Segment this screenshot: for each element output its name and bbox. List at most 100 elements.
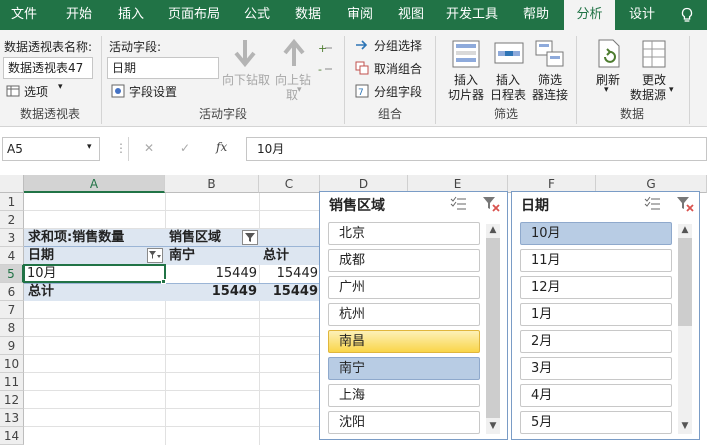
change-data-source-button-line2: 数据源 xyxy=(630,88,667,102)
row-header[interactable]: 13 xyxy=(0,409,24,427)
svg-text:7: 7 xyxy=(358,88,364,98)
insert-function-button[interactable]: fx xyxy=(216,140,227,154)
column-header-a[interactable]: A xyxy=(24,175,165,193)
tab-help[interactable]: 帮助 xyxy=(512,0,560,30)
column-header-c[interactable]: C xyxy=(259,175,320,193)
slicer-item-nanchang[interactable]: 南昌 xyxy=(328,330,480,353)
slicer-item-nov[interactable]: 11月 xyxy=(520,249,672,272)
chevron-down-icon[interactable]: ▾ xyxy=(58,82,63,92)
row-header[interactable]: 3 xyxy=(0,229,24,247)
tab-insert[interactable]: 插入 xyxy=(110,0,152,30)
tab-formulas[interactable]: 公式 xyxy=(236,0,278,30)
scroll-down-icon[interactable]: ▼ xyxy=(678,420,692,432)
pivot-grand-total[interactable]: 15449 xyxy=(259,283,320,301)
slicer-item-shanghai[interactable]: 上海 xyxy=(328,384,480,407)
multi-select-icon[interactable] xyxy=(450,195,468,213)
tab-view[interactable]: 视图 xyxy=(390,0,432,30)
pivot-name-field[interactable]: 数据透视表47 xyxy=(3,57,93,79)
tab-home[interactable]: 开始 xyxy=(48,0,110,30)
scroll-down-icon[interactable]: ▼ xyxy=(486,420,500,432)
slicer-scroll-thumb[interactable] xyxy=(486,238,500,418)
timeline-icon xyxy=(494,42,524,64)
pivot-column-field[interactable]: 销售区域 xyxy=(167,229,223,247)
clear-filter-icon[interactable] xyxy=(676,195,694,213)
slicer-item-feb[interactable]: 2月 xyxy=(520,330,672,353)
slicer-item-dec[interactable]: 12月 xyxy=(520,276,672,299)
tab-design[interactable]: 设计 xyxy=(618,0,666,30)
select-all-button[interactable] xyxy=(0,175,24,193)
name-box[interactable]: A5 xyxy=(2,137,100,161)
filter-icon[interactable] xyxy=(147,248,163,263)
pivot-row-item[interactable]: 10月 xyxy=(25,265,59,283)
row-header[interactable]: 1 xyxy=(0,193,24,211)
row-header[interactable]: 7 xyxy=(0,301,24,319)
more-icon: ⋮ xyxy=(115,141,127,155)
row-header[interactable]: 4 xyxy=(0,247,24,265)
slicer-item-may[interactable]: 5月 xyxy=(520,411,672,434)
slicer-item-shenyang[interactable]: 沈阳 xyxy=(328,411,480,434)
expand-collapse-icon[interactable]: + - xyxy=(318,42,332,84)
multi-select-icon[interactable] xyxy=(644,195,662,213)
ungroup-button[interactable]: 取消组合 xyxy=(374,60,422,77)
slicer-item-mar[interactable]: 3月 xyxy=(520,357,672,380)
pivot-grand-value[interactable]: 15449 xyxy=(165,283,259,301)
pivot-row-total[interactable]: 15449 xyxy=(259,265,320,283)
row-header-selected[interactable]: 5 xyxy=(0,265,24,283)
chevron-down-icon[interactable]: ▾ xyxy=(604,85,609,95)
slicer-scroll-thumb[interactable] xyxy=(678,238,692,326)
column-header-b[interactable]: B xyxy=(165,175,259,193)
slicer-item-beijing[interactable]: 北京 xyxy=(328,222,480,245)
tab-file[interactable]: 文件 xyxy=(0,0,48,30)
insert-timeline-button-line2: 日程表 xyxy=(490,88,527,102)
slicer-item-apr[interactable]: 4月 xyxy=(520,384,672,407)
chevron-down-icon[interactable]: ▾ xyxy=(87,142,92,152)
lightbulb-icon[interactable] xyxy=(679,7,695,23)
row-header[interactable]: 14 xyxy=(0,427,24,445)
slicer-icon xyxy=(452,40,480,68)
row-header[interactable]: 2 xyxy=(0,211,24,229)
chevron-down-icon[interactable]: ▾ xyxy=(669,85,674,95)
pivot-row-field[interactable]: 日期 xyxy=(26,247,56,265)
field-settings-button[interactable]: 字段设置 xyxy=(129,83,177,100)
row-header[interactable]: 6 xyxy=(0,283,24,301)
options-icon xyxy=(6,85,20,97)
group-label-data: 数据 xyxy=(619,107,644,121)
group-field-button[interactable]: 分组字段 xyxy=(374,83,422,100)
row-header[interactable]: 12 xyxy=(0,391,24,409)
slicer-item-jan[interactable]: 1月 xyxy=(520,303,672,326)
active-field-input[interactable]: 日期 xyxy=(107,57,219,79)
slicer-item-hangzhou[interactable]: 杭州 xyxy=(328,303,480,326)
tab-analyze[interactable]: 分析 xyxy=(564,0,615,30)
row-header[interactable]: 8 xyxy=(0,319,24,337)
options-button[interactable]: 选项 xyxy=(24,83,48,100)
slicer-item-guangzhou[interactable]: 广州 xyxy=(328,276,480,299)
group-label-active-field: 活动字段 xyxy=(198,107,247,121)
cancel-button[interactable]: ✕ xyxy=(144,141,154,155)
drill-up-arrow-icon xyxy=(283,38,305,66)
group-selection-button[interactable]: 分组选择 xyxy=(374,37,422,54)
tab-page-layout[interactable]: 页面布局 xyxy=(158,0,230,30)
formula-input[interactable]: 10月 xyxy=(246,137,707,161)
slicer-item-oct[interactable]: 10月 xyxy=(520,222,672,245)
pivot-value[interactable]: 15449 xyxy=(165,265,259,283)
row-header[interactable]: 9 xyxy=(0,337,24,355)
region-slicer[interactable]: 销售区域 北京 成都 广州 杭州 南昌 南宁 上海 沈阳 ▲ ▼ xyxy=(319,191,508,440)
filter-connections-icon xyxy=(535,40,564,67)
group-label-group: 组合 xyxy=(377,107,402,121)
change-data-source-icon xyxy=(642,40,666,68)
tab-review[interactable]: 审阅 xyxy=(339,0,381,30)
row-header[interactable]: 10 xyxy=(0,355,24,373)
enter-button[interactable]: ✓ xyxy=(180,141,190,155)
drill-down-button[interactable]: 向下钻取 xyxy=(222,71,270,88)
scroll-up-icon[interactable]: ▲ xyxy=(486,224,500,236)
filter-icon[interactable] xyxy=(242,230,258,245)
slicer-item-nanning[interactable]: 南宁 xyxy=(328,357,480,380)
clear-filter-icon[interactable] xyxy=(482,195,500,213)
scroll-up-icon[interactable]: ▲ xyxy=(678,224,692,236)
svg-text:-: - xyxy=(318,63,322,76)
slicer-item-chengdu[interactable]: 成都 xyxy=(328,249,480,272)
row-header[interactable]: 11 xyxy=(0,373,24,391)
tab-data[interactable]: 数据 xyxy=(287,0,329,30)
tab-developer[interactable]: 开发工具 xyxy=(440,0,504,30)
date-slicer[interactable]: 日期 10月 11月 12月 1月 2月 3月 4月 5月 ▲ ▼ xyxy=(511,191,700,440)
